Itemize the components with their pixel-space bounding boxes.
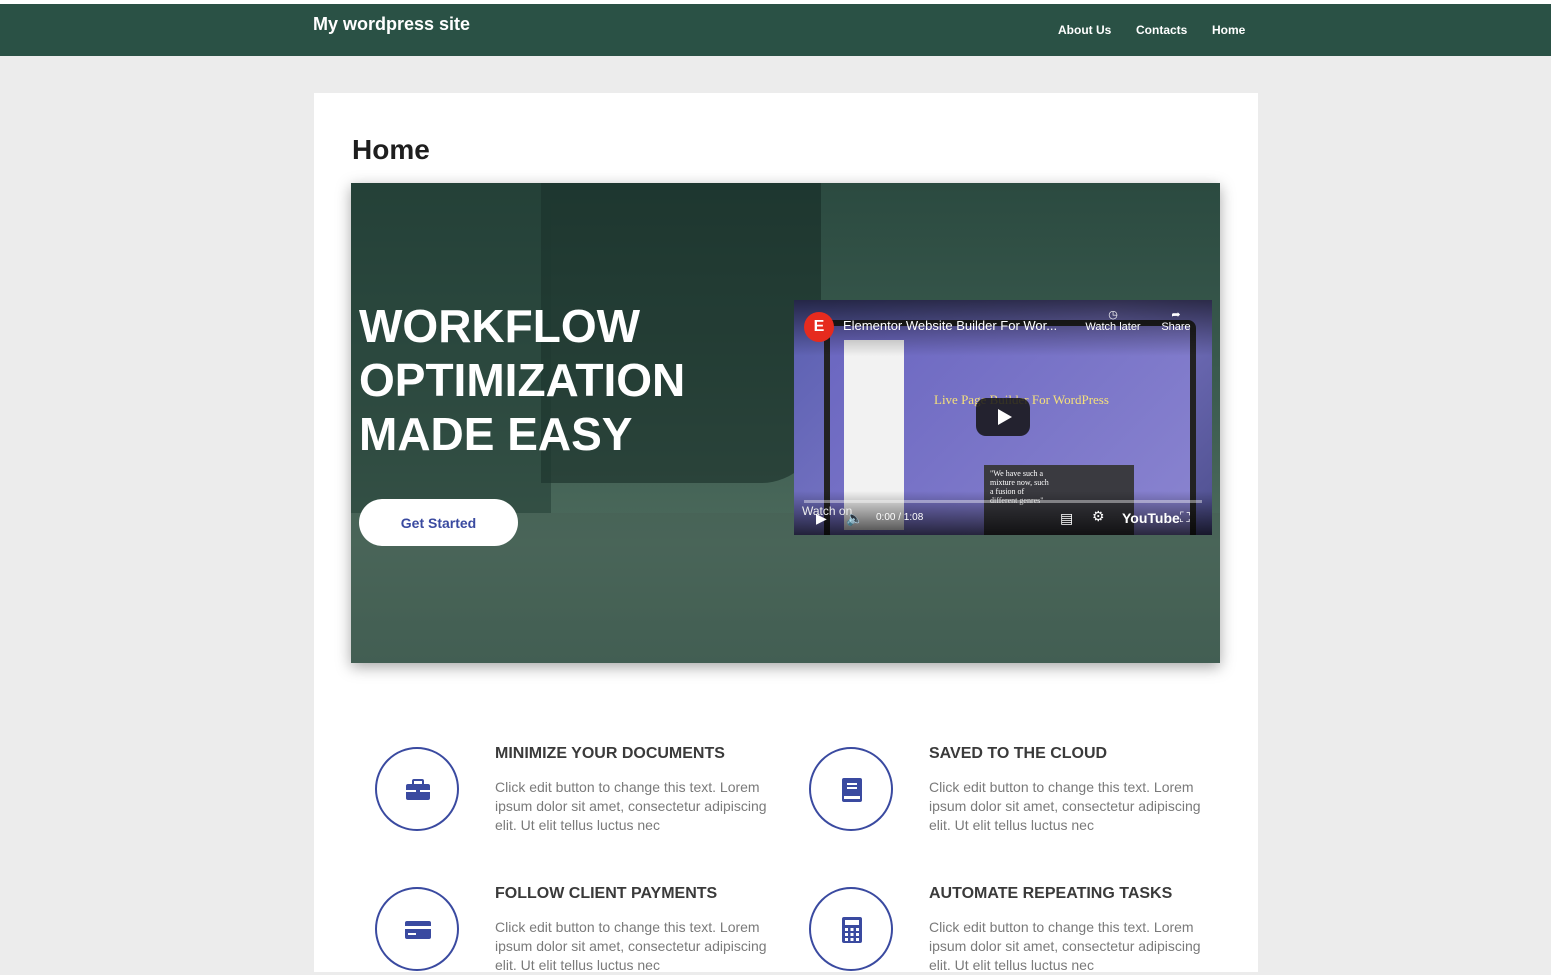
get-started-button[interactable]: Get Started [359,499,518,546]
video-progress-bar[interactable] [804,500,1202,503]
feature-title: MINIMIZE YOUR DOCUMENTS [495,745,725,762]
play-icon[interactable]: ▶ [816,510,827,527]
watch-later-button[interactable]: ◷ Watch later [1083,308,1143,333]
briefcase-icon [406,779,430,800]
hero-heading-line: MADE EASY [359,408,633,460]
feature-title: AUTOMATE REPEATING TASKS [929,885,1173,902]
watch-on-youtube-link[interactable]: Watch on [802,504,852,518]
feature-text: Click edit button to change this text. L… [929,779,1201,833]
feature-title: FOLLOW CLIENT PAYMENTS [495,885,718,902]
settings-gear-icon[interactable]: ⚙ [1092,508,1105,525]
youtube-logo[interactable]: YouTube [1122,510,1180,526]
share-button[interactable]: ➦ Share [1156,308,1196,333]
credit-card-icon [405,921,431,939]
feature-icon-circle [375,747,459,831]
calculator-icon [842,917,862,943]
video-play-button[interactable] [976,398,1030,436]
nav-item-contacts[interactable]: Contacts [1136,23,1187,37]
hero-heading-line: WORKFLOW [359,300,641,352]
nav-item-about-us[interactable]: About Us [1058,23,1111,37]
fullscreen-icon[interactable]: ⛶ [1180,509,1190,526]
channel-logo[interactable]: E [804,312,834,342]
feature-icon-circle [809,887,893,971]
feature-text: Click edit button to change this text. L… [495,779,767,833]
feature-icon-circle [375,887,459,971]
hero-heading-line: OPTIMIZATION [359,354,686,406]
site-title-link[interactable]: My wordpress site [313,14,470,35]
clock-icon: ◷ [1108,309,1118,321]
site-header: My wordpress site About Us Contacts Home [0,4,1551,56]
book-icon [842,778,862,802]
feature-icon-circle [809,747,893,831]
feature-title: SAVED TO THE CLOUD [929,745,1108,762]
feature-text: Click edit button to change this text. L… [495,919,767,973]
share-icon: ➦ [1171,309,1181,321]
watch-on-label: Watch on [802,504,853,518]
watch-later-label: Watch later [1085,321,1141,333]
hero-section: WORKFLOW OPTIMIZATION MADE EASY Get Star… [351,183,1220,663]
share-label: Share [1161,321,1191,333]
feature-text: Click edit button to change this text. L… [929,919,1201,973]
nav-item-home[interactable]: Home [1212,23,1245,37]
video-embed[interactable]: Live Page Builder For WordPress "We have… [794,300,1212,535]
video-time: 0:00 / 1:08 [876,512,924,523]
hero-heading: WORKFLOW OPTIMIZATION MADE EASY [359,299,779,461]
video-title[interactable]: Elementor Website Builder For Wor... [843,318,1079,333]
page-title: Home [352,134,430,165]
captions-icon[interactable]: ▤ [1060,510,1073,527]
volume-icon[interactable]: 🔈 [846,510,863,527]
